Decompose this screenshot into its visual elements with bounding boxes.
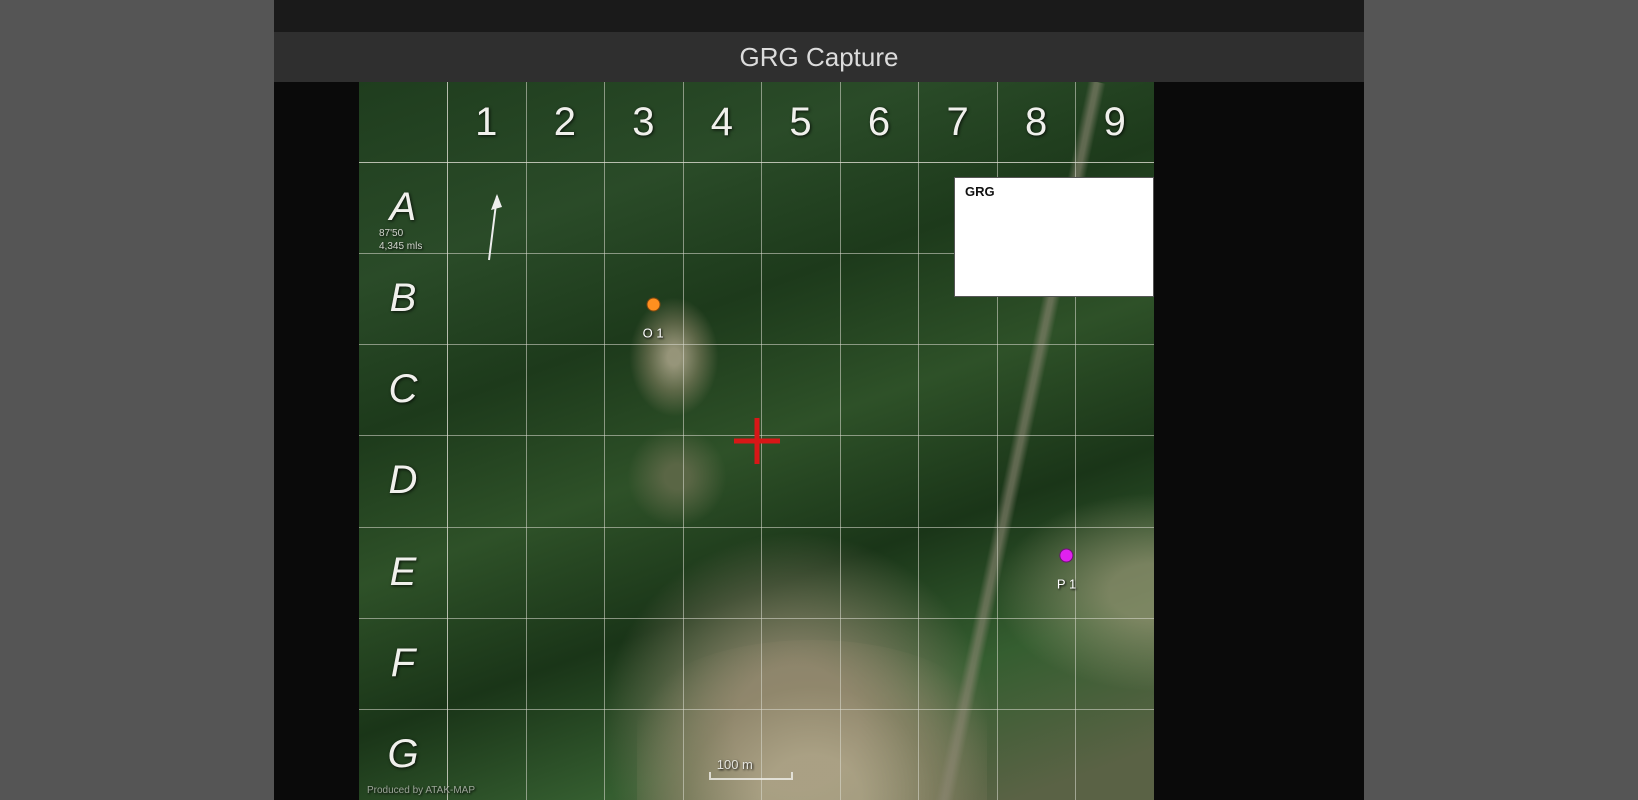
grid-col-label: 6 [840, 82, 919, 162]
map-view[interactable]: 123456789ABCDEFG 87'50 4,345 mls O 1 P 1 [359, 82, 1154, 800]
grid-col-label: 1 [447, 82, 526, 162]
scale-info-line: 87'50 [379, 227, 422, 240]
app-title: GRG Capture [740, 42, 899, 73]
grid-row-label: F [359, 618, 447, 709]
marker-label: P 1 [1057, 577, 1076, 592]
map-marker-magenta[interactable]: P 1 [1057, 549, 1076, 592]
grid-col-label: 2 [526, 82, 605, 162]
map-marker-orange[interactable]: O 1 [643, 297, 664, 340]
title-bar: GRG Capture [274, 32, 1364, 82]
scale-info: 87'50 4,345 mls [379, 227, 422, 253]
grg-legend-panel[interactable]: GRG [954, 177, 1154, 297]
marker-dot-icon [646, 297, 660, 311]
grid-col-label: 3 [604, 82, 683, 162]
north-arrow-icon [477, 192, 507, 262]
scale-bar: 100 m [717, 757, 753, 772]
crosshair-icon [732, 416, 782, 466]
grid-col-label: 5 [761, 82, 840, 162]
terrain-clearing [994, 492, 1154, 692]
app-frame: GRG Capture 123456789ABCDEFG 87'50 4,345… [274, 0, 1364, 800]
legend-title: GRG [965, 184, 995, 199]
marker-dot-icon [1060, 549, 1074, 563]
grid-col-label: 4 [683, 82, 762, 162]
grid-row-label: D [359, 435, 447, 526]
grid-col-label: 7 [918, 82, 997, 162]
map-credit: Produced by ATAK-MAP [367, 785, 475, 796]
marker-label: O 1 [643, 325, 664, 340]
grid-col-label: 8 [997, 82, 1076, 162]
grid-row-label: C [359, 344, 447, 435]
status-bar [274, 0, 1364, 32]
scale-info-line: 4,345 mls [379, 240, 422, 253]
grid-row-label: E [359, 527, 447, 618]
terrain-clearing [637, 640, 987, 800]
grid-row-label: B [359, 253, 447, 344]
